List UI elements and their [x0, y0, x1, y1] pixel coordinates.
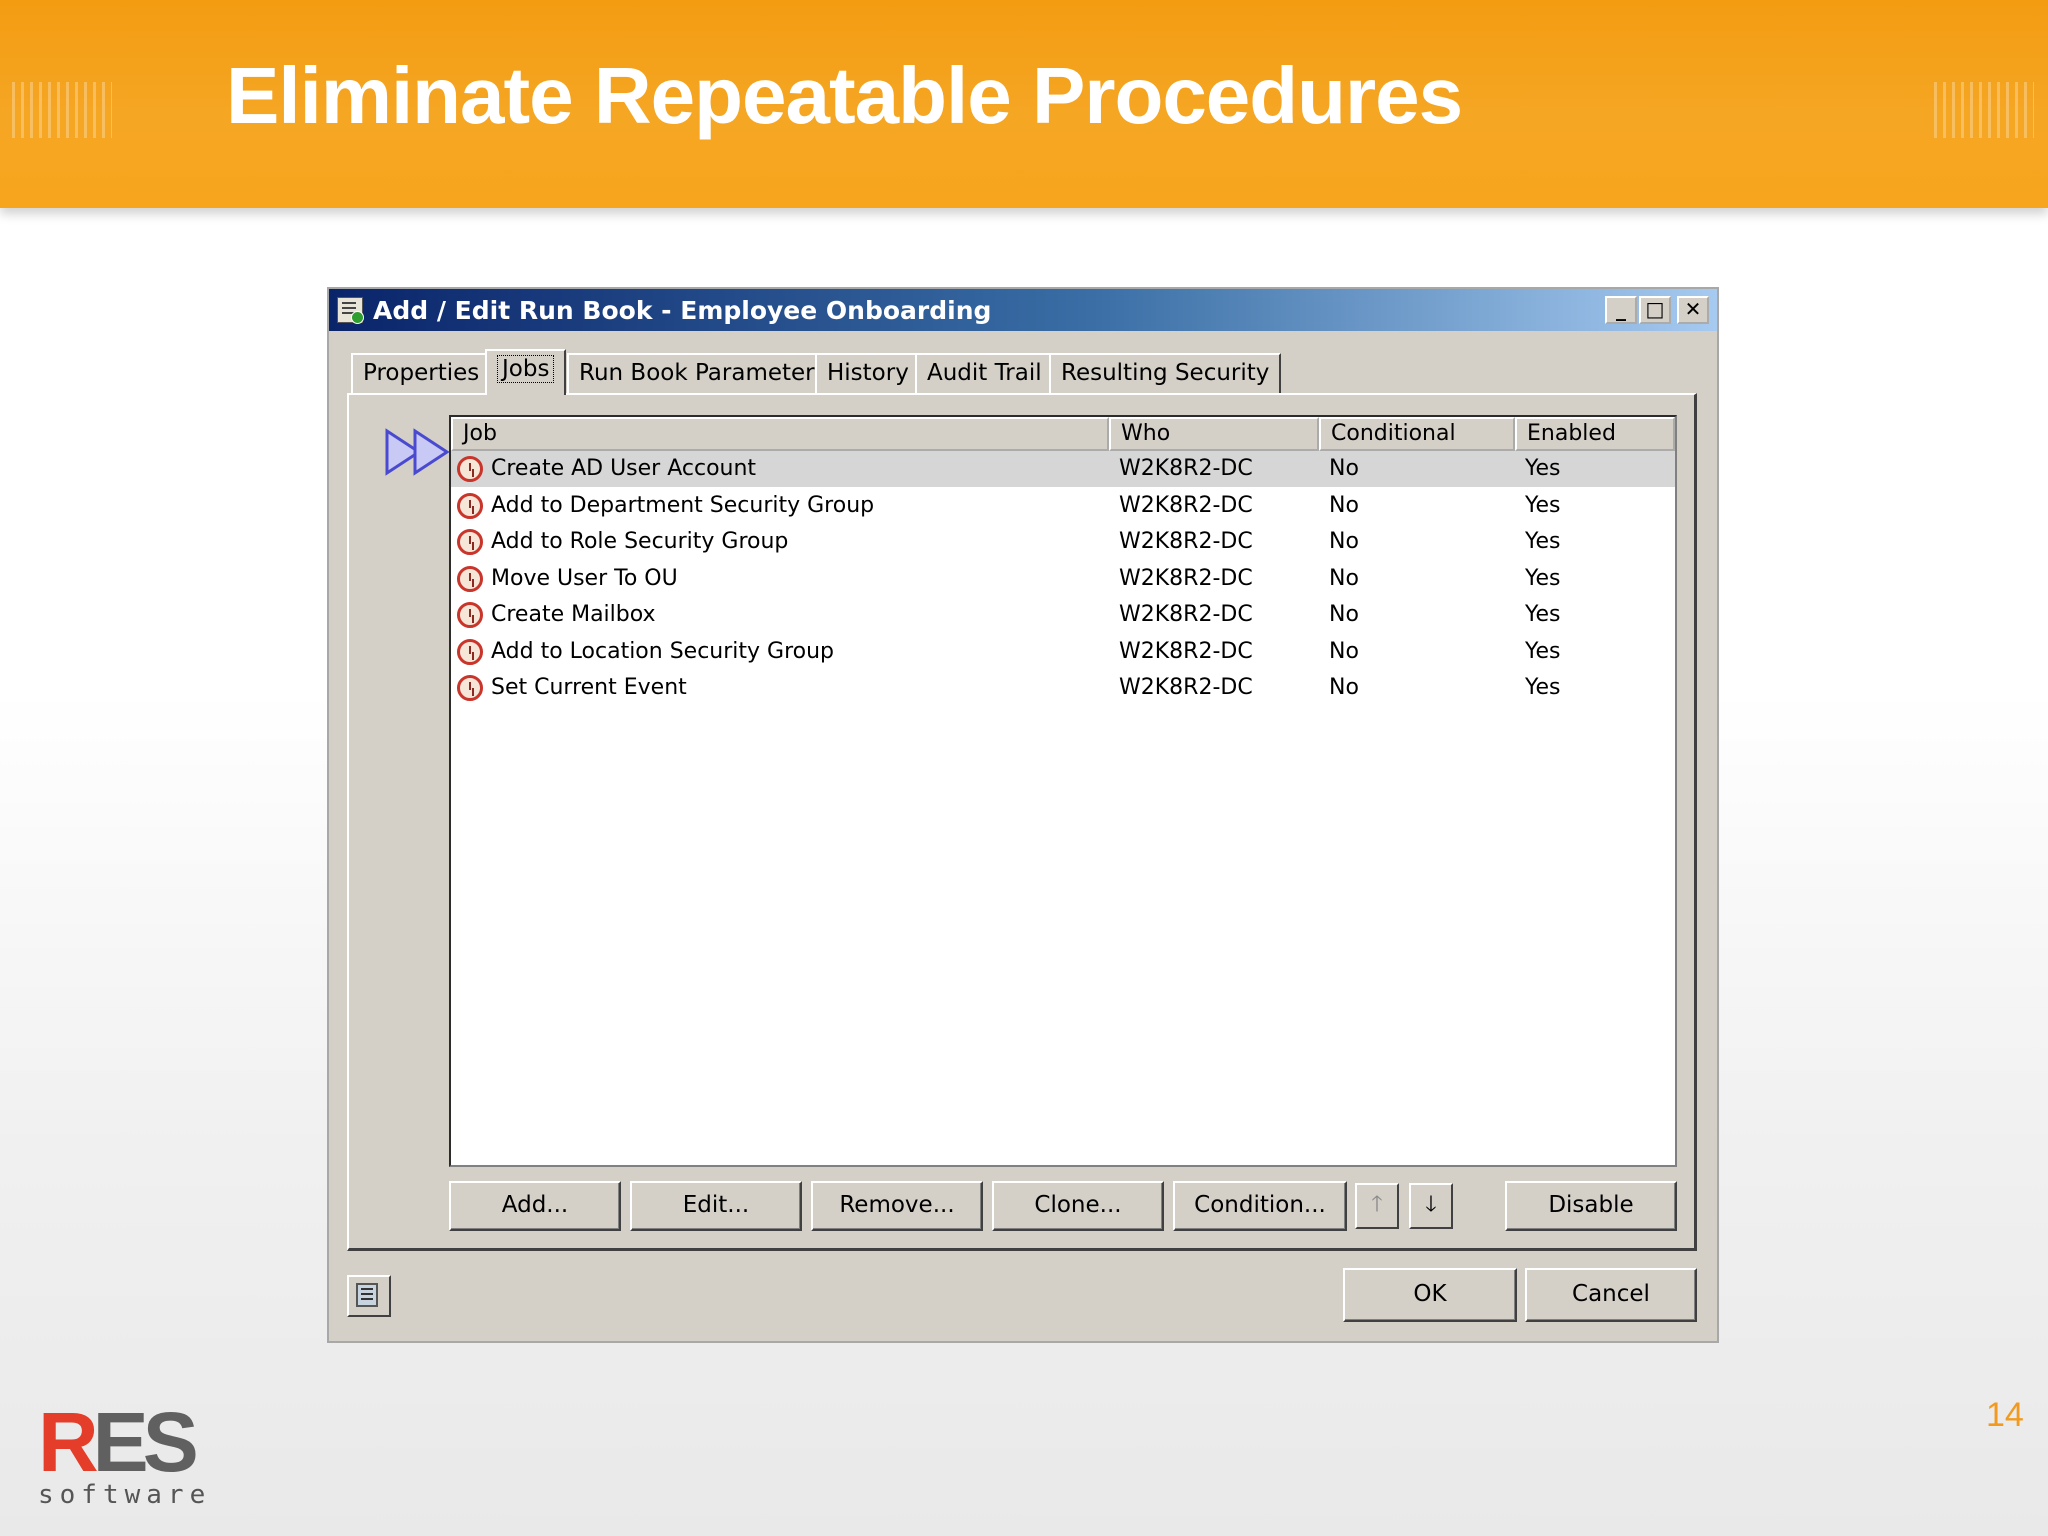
remove-button[interactable]: Remove... — [811, 1181, 983, 1231]
tab-jobs[interactable]: Jobs — [485, 349, 567, 395]
cell-conditional: No — [1329, 565, 1359, 591]
decorative-stripes-right — [1934, 82, 2034, 138]
cell-enabled: Yes — [1525, 675, 1561, 700]
maximize-button[interactable]: □ — [1639, 296, 1671, 324]
ok-button[interactable]: OK — [1343, 1268, 1517, 1322]
move-up-button[interactable]: 🡑 — [1355, 1183, 1399, 1229]
table-row[interactable]: Create AD User Account W2K8R2-DC No Yes — [451, 451, 1675, 487]
dialog-title: Add / Edit Run Book - Employee Onboardin… — [373, 296, 992, 325]
job-clock-icon — [457, 675, 483, 701]
cancel-button[interactable]: Cancel — [1525, 1268, 1697, 1322]
job-clock-icon — [457, 492, 483, 519]
cell-who: W2K8R2-DC — [1119, 492, 1253, 518]
page-number: 14 — [1986, 1396, 2024, 1434]
cell-job: Set Current Event — [491, 675, 687, 700]
document-icon[interactable] — [347, 1275, 391, 1317]
cell-conditional: No — [1329, 492, 1359, 518]
jobs-list[interactable]: Job Who Conditional Enabled Create AD Us… — [449, 415, 1677, 1167]
cell-job: Create AD User Account — [491, 456, 757, 481]
tab-label: History — [827, 360, 909, 386]
tab-audit-trail[interactable]: Audit Trail — [915, 353, 1054, 393]
table-row[interactable]: Add to Location Security Group W2K8R2-DC N… — [451, 634, 1675, 670]
cell-who: W2K8R2-DC — [1119, 529, 1253, 554]
column-header-who[interactable]: Who — [1109, 417, 1319, 451]
move-down-button[interactable]: 🡓 — [1409, 1183, 1453, 1229]
slide-header-banner: Eliminate Repeatable Procedures — [0, 0, 2048, 208]
cell-conditional: No — [1329, 602, 1359, 627]
column-header-enabled[interactable]: Enabled — [1515, 417, 1675, 451]
column-header-job[interactable]: Job — [451, 417, 1109, 451]
tab-history[interactable]: History — [815, 353, 921, 393]
logo-subtitle: software — [38, 1480, 212, 1510]
job-clock-icon — [457, 529, 483, 555]
cell-job: Add to Department Security Group — [491, 492, 875, 518]
cell-who: W2K8R2-DC — [1119, 675, 1253, 700]
fast-forward-icon[interactable] — [383, 427, 455, 477]
edit-button[interactable]: Edit... — [630, 1181, 802, 1231]
column-header-conditional[interactable]: Conditional — [1319, 417, 1515, 451]
cell-conditional: No — [1329, 675, 1359, 700]
run-book-icon — [337, 297, 364, 324]
close-button[interactable]: ✕ — [1677, 296, 1709, 324]
run-book-dialog: Add / Edit Run Book - Employee Onboardin… — [327, 287, 1719, 1343]
cell-who: W2K8R2-DC — [1119, 638, 1253, 664]
tab-resulting-security[interactable]: Resulting Security — [1049, 353, 1282, 393]
cell-job: Move User To OU — [491, 565, 678, 591]
cell-enabled: Yes — [1525, 565, 1561, 591]
res-software-logo: RES software — [38, 1400, 211, 1510]
jobs-tab-panel: Job Who Conditional Enabled Create AD Us… — [347, 393, 1697, 1251]
cell-who: W2K8R2-DC — [1119, 456, 1253, 481]
dialog-titlebar[interactable]: Add / Edit Run Book - Employee Onboardin… — [329, 289, 1717, 331]
tab-label: Resulting Security — [1061, 360, 1270, 386]
cell-conditional: No — [1329, 529, 1359, 554]
cell-who: W2K8R2-DC — [1119, 602, 1253, 627]
table-row[interactable]: Create Mailbox W2K8R2-DC No Yes — [451, 597, 1675, 633]
logo-wordmark: RES — [38, 1395, 199, 1489]
list-header: Job Who Conditional Enabled — [451, 417, 1675, 451]
cell-job: Add to Location Security Group — [491, 638, 835, 664]
slide-title: Eliminate Repeatable Procedures — [226, 51, 1463, 140]
job-clock-icon — [457, 565, 483, 592]
condition-button[interactable]: Condition... — [1173, 1181, 1347, 1231]
job-clock-icon — [457, 456, 483, 482]
tab-label: Jobs — [497, 355, 555, 383]
cell-enabled: Yes — [1525, 602, 1561, 627]
cell-enabled: Yes — [1525, 529, 1561, 554]
table-row[interactable]: Move User To OU W2K8R2-DC No Yes — [451, 561, 1675, 597]
tab-run-book-parameters[interactable]: Run Book Parameters — [567, 353, 839, 393]
cell-enabled: Yes — [1525, 638, 1561, 664]
add-button[interactable]: Add... — [449, 1181, 621, 1231]
clone-button[interactable]: Clone... — [992, 1181, 1164, 1231]
job-clock-icon — [457, 638, 483, 665]
tab-properties[interactable]: Properties — [351, 353, 492, 393]
tab-label: Run Book Parameters — [579, 360, 827, 386]
cell-conditional: No — [1329, 638, 1359, 664]
disable-button[interactable]: Disable — [1505, 1181, 1677, 1231]
table-row[interactable]: Set Current Event W2K8R2-DC No Yes — [451, 670, 1675, 706]
table-row[interactable]: Add to Department Security Group W2K8R2-D… — [451, 488, 1675, 524]
cell-enabled: Yes — [1525, 456, 1561, 481]
tab-label: Properties — [363, 360, 480, 386]
cell-job: Add to Role Security Group — [491, 529, 789, 554]
job-clock-icon — [457, 602, 483, 628]
decorative-stripes-left — [12, 82, 112, 138]
cell-conditional: No — [1329, 456, 1359, 481]
tab-label: Audit Trail — [927, 360, 1042, 386]
minimize-button[interactable]: _ — [1605, 296, 1637, 324]
cell-who: W2K8R2-DC — [1119, 565, 1253, 591]
cell-enabled: Yes — [1525, 492, 1561, 518]
table-row[interactable]: Add to Role Security Group W2K8R2-DC No Yes — [451, 524, 1675, 560]
cell-job: Create Mailbox — [491, 602, 656, 627]
